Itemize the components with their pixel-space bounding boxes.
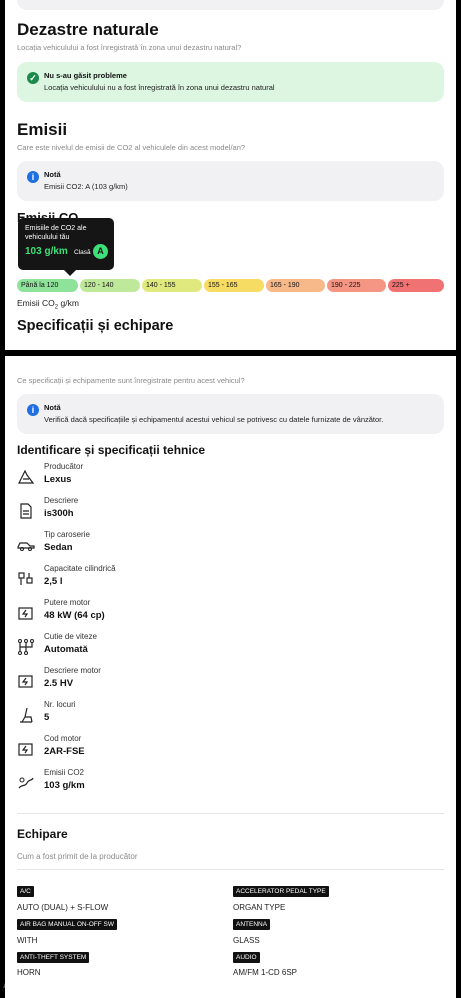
scale-pill: 165 - 190	[266, 279, 325, 292]
previous-card	[17, 0, 444, 10]
spec-value: 48 kW (64 cp)	[44, 610, 105, 621]
disasters-card-title: Nu s-au găsit probleme	[44, 71, 127, 80]
spec-label: Cod motor	[44, 734, 82, 743]
disasters-card: ✓ Nu s-au găsit probleme Locația vehicul…	[17, 62, 444, 102]
spec-value: 2.5 HV	[44, 678, 74, 689]
scale-pill: 190 - 225	[327, 279, 386, 292]
scale-pill: 225 +	[388, 279, 444, 292]
gearbox-icon	[18, 639, 34, 655]
tooltip-value: 103 g/km	[25, 246, 68, 257]
engine-icon	[18, 675, 33, 688]
equipment-value: AM/FM 1-CD 6SP	[233, 968, 298, 977]
specs-note-text: Verifică dacă specificațiile și echipame…	[44, 415, 384, 424]
spec-label: Emisii CO2	[44, 768, 85, 777]
watermark: AUTOVIT.RO	[3, 980, 63, 990]
spec-row-cylinder: Capacitate cilindrică 2,5 l	[17, 564, 317, 594]
equipment-subtitle: Cum a fost primit de la producător	[17, 852, 138, 861]
scale-pill: 120 - 140	[80, 279, 140, 292]
disasters-card-text: Locația vehiculului nu a fost înregistra…	[44, 83, 275, 92]
seat-icon	[20, 707, 33, 723]
spec-value: Sedan	[44, 542, 73, 553]
spec-value: 2AR-FSE	[44, 746, 85, 757]
identification-title: Identificare și specificații tehnice	[17, 443, 206, 457]
info-icon: i	[27, 171, 39, 183]
disasters-title: Dezastre naturale	[17, 20, 159, 39]
equipment-tag: ANTENNA	[233, 919, 271, 930]
info-icon: i	[27, 404, 39, 416]
equipment-tag: ANTI-THEFT SYSTEM	[17, 952, 90, 963]
tooltip-text: Emisiile de CO2 ale vehiculului tău	[25, 225, 87, 241]
specs-title: Specificații și echipare	[17, 318, 174, 334]
scale-pill: Până la 120	[17, 279, 78, 292]
emissions-note-title: Notă	[44, 170, 61, 179]
spec-label: Producător	[44, 462, 84, 471]
document-icon	[20, 503, 32, 519]
spec-label: Tip caroserie	[44, 530, 90, 539]
equipment-tag: AIR BAG MANUAL ON-OFF SW	[17, 919, 118, 930]
equipment-tag: A/C	[17, 886, 34, 897]
equipment-title: Echipare	[17, 827, 68, 841]
spec-row-co2: Emisii CO2 103 g/km	[17, 768, 317, 798]
specs-panel: Ce specificații și echipamente sunt înre…	[5, 356, 456, 998]
equipment-tag: ACCELERATOR PEDAL TYPE	[233, 886, 329, 897]
spec-label: Putere motor	[44, 598, 91, 607]
emissions-title: Emisii	[17, 120, 68, 139]
car-body-icon	[17, 542, 35, 551]
spec-label: Nr. locuri	[44, 700, 76, 709]
check-icon: ✓	[27, 72, 39, 84]
engine-code-icon	[18, 743, 33, 756]
manufacturer-icon	[18, 469, 35, 484]
equipment-value: WITH	[17, 936, 38, 945]
spec-value: Lexus	[44, 474, 72, 485]
spec-value: 5	[44, 712, 50, 723]
equipment-tag: AUDIO	[233, 952, 260, 963]
cylinder-icon	[18, 572, 33, 585]
specs-note-title: Notă	[44, 403, 61, 412]
emissions-panel: Dezastre naturale Locația vehiculului a …	[5, 0, 456, 350]
spec-value: is300h	[44, 508, 74, 519]
tooltip-class-label: Clasă	[74, 249, 91, 256]
spec-value: 103 g/km	[44, 780, 85, 791]
emissions-note-card: i Notă Emisii CO2: A (103 g/km)	[17, 161, 444, 201]
emissions-tooltip: Emisiile de CO2 ale vehiculului tău 103 …	[18, 218, 114, 276]
class-badge: A	[93, 244, 108, 259]
spec-row-engine-description: Descriere motor 2.5 HV	[17, 666, 317, 696]
emissions-unit-label: Emisii CO2 g/km	[17, 298, 79, 311]
engine-power-icon	[18, 607, 33, 620]
spec-label: Descriere motor	[44, 666, 101, 675]
spec-row-description: Descriere is300h	[17, 496, 317, 526]
emissions-subtitle: Care este nivelul de emisii de CO2 al ve…	[17, 143, 246, 152]
divider	[17, 869, 444, 870]
equipment-value: ORGAN TYPE	[233, 903, 286, 912]
spec-row-power: Putere motor 48 kW (64 cp)	[17, 598, 317, 628]
equipment-value: HORN	[17, 968, 41, 977]
spec-label: Capacitate cilindrică	[44, 564, 116, 573]
emissions-note-text: Emisii CO2: A (103 g/km)	[44, 182, 128, 191]
scale-pill: 155 - 165	[204, 279, 264, 292]
scale-pill: 140 - 155	[142, 279, 202, 292]
divider	[17, 813, 444, 814]
spec-label: Descriere	[44, 496, 79, 505]
spec-value: Automată	[44, 644, 88, 655]
equipment-value: AUTO (DUAL) + S-FLOW	[17, 903, 109, 912]
equipment-value: GLASS	[233, 936, 260, 945]
spec-label: Cutie de viteze	[44, 632, 97, 641]
spec-row-seats: Nr. locuri 5	[17, 700, 317, 730]
disasters-subtitle: Locația vehiculului a fost înregistrată …	[17, 43, 242, 52]
emissions-icon	[18, 777, 34, 789]
spec-row-gearbox: Cutie de viteze Automată	[17, 632, 317, 662]
spec-row-engine-code: Cod motor 2AR-FSE	[17, 734, 317, 764]
spec-value: 2,5 l	[44, 576, 63, 587]
specs-note-card: i Notă Verifică dacă specificațiile și e…	[17, 394, 444, 434]
spec-row-body-type: Tip caroserie Sedan	[17, 530, 317, 560]
spec-row-manufacturer: Producător Lexus	[17, 462, 317, 492]
specs-subtitle: Ce specificații și echipamente sunt înre…	[17, 376, 245, 385]
